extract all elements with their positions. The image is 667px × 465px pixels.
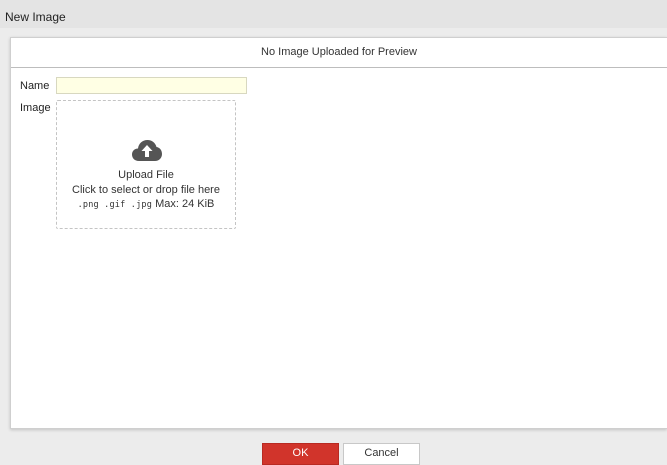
allowed-extensions: .png .gif .jpg xyxy=(77,200,153,210)
upload-file-types: .png .gif .jpg Max: 24 KiB xyxy=(57,198,235,210)
file-drop-zone[interactable]: Upload File Click to select or drop file… xyxy=(56,100,236,229)
max-size: Max: 24 KiB xyxy=(155,198,215,210)
upload-title: Upload File xyxy=(118,169,174,181)
new-image-dialog: No Image Uploaded for Preview Name Image… xyxy=(10,37,667,429)
cloud-upload-icon xyxy=(132,140,162,161)
window-title: New Image xyxy=(5,10,66,24)
cancel-button[interactable]: Cancel xyxy=(343,443,420,465)
upload-hint: Click to select or drop file here xyxy=(72,184,220,196)
name-input[interactable] xyxy=(56,77,247,94)
image-label: Image xyxy=(20,102,51,114)
ok-button[interactable]: OK xyxy=(262,443,339,465)
window-title-bar: New Image xyxy=(0,0,667,28)
preview-header: No Image Uploaded for Preview xyxy=(11,38,667,68)
name-label: Name xyxy=(20,80,50,92)
